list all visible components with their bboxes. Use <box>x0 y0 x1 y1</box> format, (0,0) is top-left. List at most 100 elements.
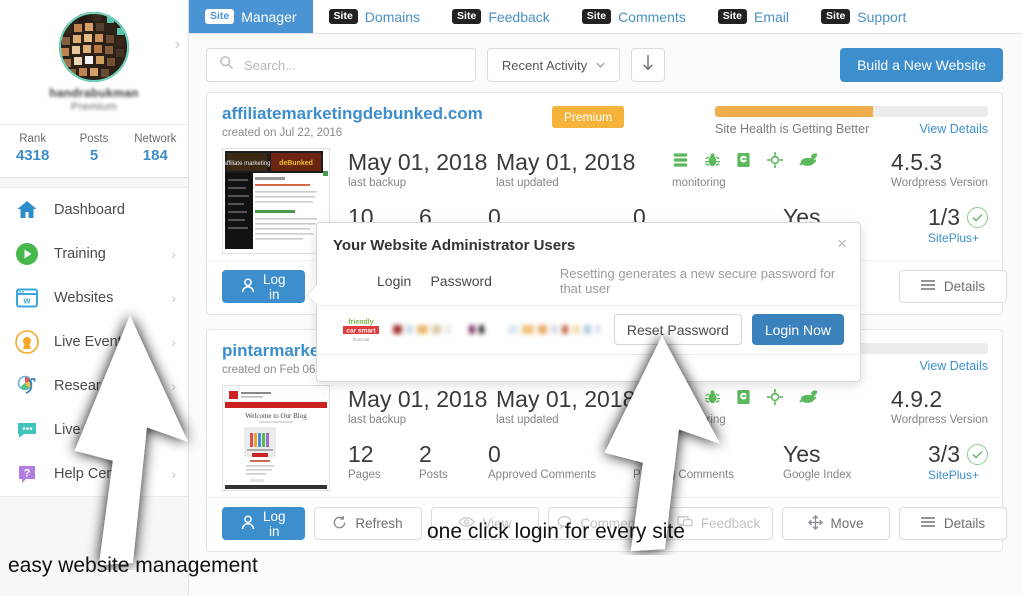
stat-label: Wordpress Version <box>891 177 988 189</box>
research-icon <box>14 373 40 399</box>
view-details-link[interactable]: View Details <box>919 359 988 373</box>
sidebar-item-dashboard[interactable]: Dashboard <box>0 188 188 232</box>
stat-value: 12 <box>348 441 374 467</box>
popup-title: Your Website Administrator Users <box>333 237 576 254</box>
stat-value: May 01, 2018 <box>348 149 488 175</box>
admin-login-value <box>393 325 451 334</box>
harddrive-icon[interactable] <box>736 151 751 174</box>
tab-label: Feedback <box>488 8 550 25</box>
stat-label: Pages <box>348 469 381 481</box>
sidebar-item-training[interactable]: Training › <box>0 232 188 276</box>
annotation-text-login: one click login for every site <box>427 520 685 543</box>
svg-text:friendly: friendly <box>348 319 373 326</box>
tab-site-domains[interactable]: Site Domains <box>313 0 437 33</box>
site-badge-icon: Site <box>717 9 748 24</box>
stat-label[interactable]: SitePlus+ <box>928 231 988 245</box>
svg-text:car smart: car smart <box>346 327 376 334</box>
login-button[interactable]: Log in <box>222 270 305 303</box>
tab-site-manager[interactable]: Site Manager <box>189 0 313 33</box>
details-button[interactable]: Details <box>898 270 1007 303</box>
avatar[interactable] <box>59 12 129 82</box>
stat-wordpress-version: 4.5.3 Wordpress Version <box>891 148 988 189</box>
search-input[interactable] <box>242 56 442 74</box>
site-badge-icon: Site <box>452 9 482 24</box>
site-title-block: affiliatemarketingdebunked.com created o… <box>222 104 552 139</box>
tab-site-feedback[interactable]: Site Feedback <box>436 0 566 33</box>
tab-site-email[interactable]: Site Email <box>702 0 805 33</box>
svg-text:affiliate marketing: affiliate marketing <box>224 161 271 167</box>
popup-column-headers: Login Password Resetting generates a new… <box>317 264 860 306</box>
action-label: Details <box>943 279 986 294</box>
rabbit-icon[interactable] <box>799 388 818 411</box>
chevron-down-icon <box>596 60 605 71</box>
crosshair-icon[interactable] <box>766 151 784 174</box>
refresh-icon <box>332 515 347 533</box>
move-button[interactable]: Move <box>781 507 890 540</box>
site-badge-icon: Site <box>328 9 358 24</box>
annotation-text-sidebar: easy website management <box>8 554 258 577</box>
site-title[interactable]: affiliatemarketingdebunked.com <box>222 104 552 124</box>
popup-arrow <box>307 285 317 305</box>
menu-icon <box>920 279 936 294</box>
view-details-link[interactable]: View Details <box>919 122 988 136</box>
refresh-button[interactable]: Refresh <box>313 507 422 540</box>
menu-icon <box>920 516 936 531</box>
sort-direction-button[interactable] <box>631 48 665 82</box>
admin-password-extra <box>508 325 601 334</box>
column-header-login: Login <box>377 273 412 289</box>
svg-text:?: ? <box>24 468 31 480</box>
stat-value: 2 <box>419 441 432 467</box>
stat-value: Yes <box>783 441 821 467</box>
siteplus-value-row: 1/3 <box>928 203 988 231</box>
rabbit-icon[interactable] <box>799 151 818 174</box>
health-row: Site Health is Getting Better View Detai… <box>715 122 988 136</box>
siteplus-value-row: 3/3 <box>928 440 988 468</box>
stat-monitoring: monitoring <box>672 148 818 189</box>
popup-footer <box>317 355 860 381</box>
stat-label: Google Index <box>783 469 852 481</box>
profile-card[interactable]: handrabukman Premium › <box>0 0 188 125</box>
profile-name: handrabukman <box>49 86 139 100</box>
site-stat-row-primary: May 01, 2018 last backup May 01, 2018 la… <box>348 148 988 189</box>
column-header-password: Password <box>430 273 492 289</box>
browser-window-icon: w <box>14 285 40 311</box>
chevron-right-icon[interactable]: › <box>175 36 180 54</box>
admin-password-value <box>469 325 484 334</box>
health-progress-fill <box>715 106 874 117</box>
stat-network: Network 184 <box>125 131 186 165</box>
tab-site-comments[interactable]: Site Comments <box>566 0 702 33</box>
sort-select[interactable]: Recent Activity <box>487 48 620 82</box>
health-progress-bar <box>715 106 988 117</box>
stat-wordpress-version: 4.9.2 Wordpress Version <box>891 385 988 426</box>
stat-value: May 01, 2018 <box>496 149 636 175</box>
stat-label: Wordpress Version <box>891 414 988 426</box>
stat-value: 1/3 <box>928 204 960 230</box>
site-badge-icon: Site <box>581 9 612 24</box>
stat-siteplus: 3/3 SitePlus+ <box>928 440 988 482</box>
annotation-arrow-sidebar <box>74 315 188 566</box>
site-thumbnail[interactable]: affiliate marketing deBunked <box>222 148 330 254</box>
stat-label: Posts <box>79 133 109 145</box>
stat-label: last backup <box>348 177 407 189</box>
stat-google-index: Yes Google Index <box>783 440 893 481</box>
build-new-website-button[interactable]: Build a New Website <box>840 48 1003 82</box>
stat-pages: 12 Pages <box>348 440 419 481</box>
site-health: Site Health is Getting Better View Detai… <box>715 104 988 136</box>
server-icon[interactable] <box>672 151 689 174</box>
bug-icon[interactable] <box>704 151 721 174</box>
toolbar: Recent Activity Build a New Website <box>189 34 1022 92</box>
stat-last-backup: May 01, 2018 last backup <box>348 385 496 426</box>
stat-value: 4.5.3 <box>891 149 943 175</box>
close-icon[interactable]: × <box>837 235 847 252</box>
action-label: Move <box>830 516 864 531</box>
tab-site-support[interactable]: Site Support <box>805 0 922 33</box>
details-button[interactable]: Details <box>898 507 1007 540</box>
site-badge-icon: Site <box>205 9 235 24</box>
admin-user-row: friendly car smart financial Reset Passw… <box>317 306 860 355</box>
search-box[interactable] <box>206 48 476 82</box>
site-logo-image: friendly car smart financial <box>339 314 383 345</box>
stat-label[interactable]: SitePlus+ <box>928 468 988 482</box>
check-circle-icon <box>967 206 988 228</box>
site-badge-icon: Site <box>821 9 851 24</box>
popup-note: Resetting generates a new secure passwor… <box>559 266 836 296</box>
